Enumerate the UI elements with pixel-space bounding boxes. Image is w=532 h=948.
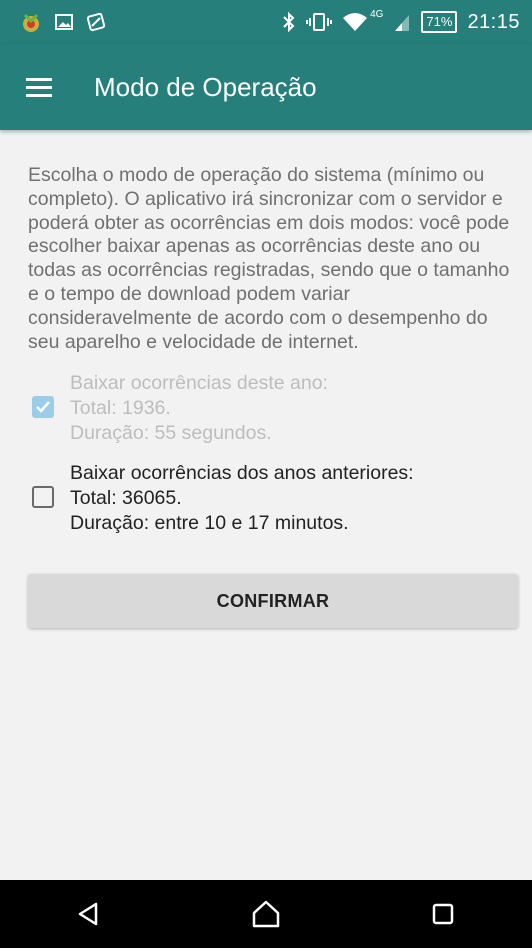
back-icon bbox=[78, 902, 97, 926]
bluetooth-icon bbox=[283, 11, 295, 33]
notification-app-icon bbox=[23, 13, 39, 32]
status-bar-notifications bbox=[0, 11, 106, 33]
page-title: Modo de Operação bbox=[94, 71, 317, 102]
previous-years-checkbox[interactable] bbox=[32, 486, 54, 508]
navigation-bar bbox=[0, 880, 532, 948]
gallery-icon bbox=[55, 14, 73, 30]
wifi-icon bbox=[343, 13, 368, 31]
current-year-duration: Duração: 55 segundos. bbox=[70, 422, 272, 444]
previous-years-total: Total: 36065. bbox=[70, 487, 182, 509]
recents-button[interactable] bbox=[413, 884, 473, 944]
recents-icon bbox=[433, 903, 454, 925]
current-year-option-text: Baixar ocorrências deste ano: Total: 193… bbox=[70, 371, 328, 446]
home-icon bbox=[252, 900, 280, 928]
status-time: 21:15 bbox=[467, 10, 520, 33]
current-year-total: Total: 1936. bbox=[70, 397, 171, 419]
home-button[interactable] bbox=[236, 884, 296, 944]
checkmark-icon bbox=[36, 401, 50, 413]
vibrate-icon bbox=[306, 13, 333, 31]
mode-description: Escolha o modo de operação do sistema (m… bbox=[28, 164, 510, 353]
network-type: 4G bbox=[370, 8, 384, 20]
signal-icon bbox=[395, 15, 410, 31]
current-year-checkbox[interactable] bbox=[32, 396, 54, 418]
app-toolbar: Modo de Operação bbox=[0, 44, 532, 130]
current-year-option-title: Baixar ocorrências deste ano: bbox=[70, 372, 328, 394]
previous-years-duration: Duração: entre 10 e 17 minutos. bbox=[70, 512, 349, 534]
edit-app-icon bbox=[86, 12, 106, 32]
main-content: Escolha o modo de operação do sistema (m… bbox=[0, 130, 532, 880]
confirm-button[interactable]: CONFIRMAR bbox=[28, 574, 518, 628]
battery-icon: 71% bbox=[421, 11, 458, 33]
hamburger-menu-icon[interactable] bbox=[26, 65, 70, 109]
back-button[interactable] bbox=[59, 884, 119, 944]
previous-years-option-text: Baixar ocorrências dos anos anteriores: … bbox=[70, 461, 414, 536]
status-bar: 4G 71% 21:15 bbox=[0, 0, 532, 44]
status-bar-system: 4G 71% 21:15 bbox=[282, 8, 532, 34]
previous-years-option-title: Baixar ocorrências dos anos anteriores: bbox=[70, 462, 414, 484]
